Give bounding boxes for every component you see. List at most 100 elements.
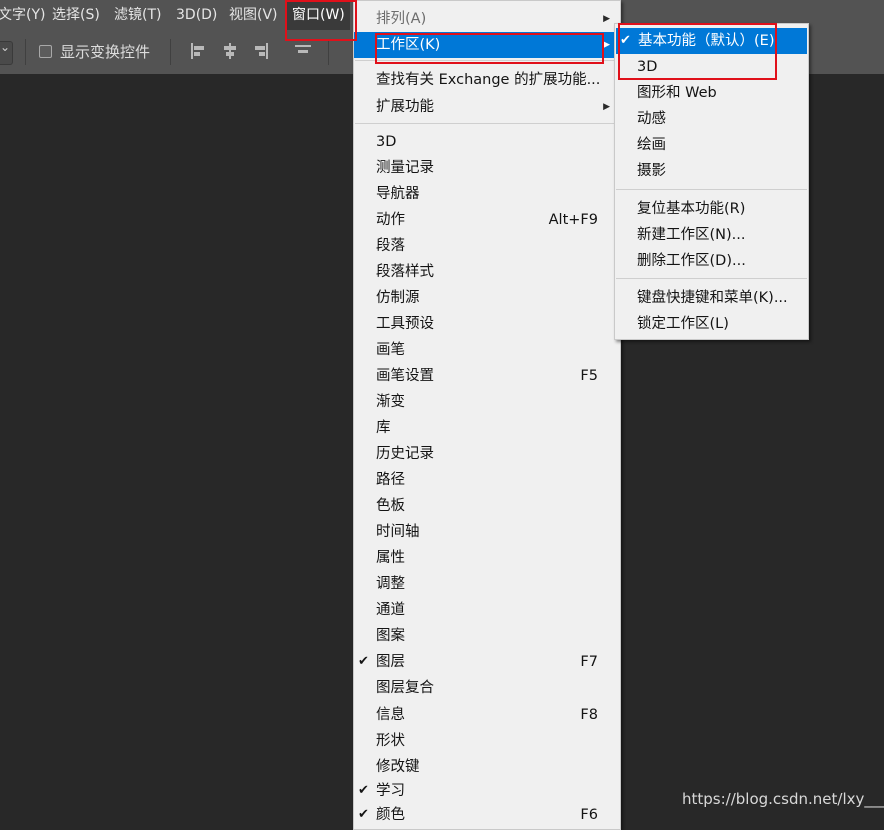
menu-item-label: 新建工作区(N)... [637, 227, 746, 243]
submenu-arrow-icon: ▶ [603, 40, 610, 50]
menu-item-learn[interactable]: ✔ 学习 [354, 778, 620, 804]
menu-item-info[interactable]: 信息 F8 [354, 702, 620, 728]
menu-item-label: 摄影 [637, 163, 666, 179]
menu-item-motion[interactable]: 动感 [615, 106, 808, 132]
submenu-arrow-icon: ▶ [603, 102, 610, 112]
menu-item-layers[interactable]: ✔ 图层 F7 [354, 649, 620, 675]
menu-item-label: 工作区(K) [376, 37, 441, 53]
menu-item-label: 基本功能（默认）(E) [638, 33, 775, 49]
menu-item-label: 仿制源 [376, 290, 420, 306]
menu-item-label: 动感 [637, 111, 666, 127]
menu-item-keyboard-shortcuts[interactable]: 键盘快捷键和菜单(K)... [615, 285, 808, 311]
menu-3d[interactable]: 3D(D) [176, 0, 217, 30]
align-horizontal-centers-icon[interactable] [221, 42, 239, 60]
menu-item-label: 渐变 [376, 394, 405, 410]
menu-window[interactable]: 窗口(W) [287, 0, 350, 30]
checkmark-icon: ✔ [358, 654, 369, 669]
menu-item-layer-comps[interactable]: 图层复合 [354, 675, 620, 701]
checkmark-icon: ✔ [358, 807, 369, 822]
menu-item-swatches[interactable]: 色板 [354, 493, 620, 519]
menu-separator [616, 189, 807, 190]
checkmark-icon: ✔ [620, 33, 631, 48]
menu-item-label: 图层 [376, 654, 405, 670]
menu-item-label: 学习 [376, 783, 405, 799]
align-right-edges-icon[interactable] [252, 42, 270, 60]
menu-item-channels[interactable]: 通道 [354, 597, 620, 623]
menu-item-essentials-default[interactable]: ✔ 基本功能（默认）(E) [616, 28, 807, 54]
menu-item-label: 图形和 Web [637, 85, 717, 101]
menu-item-shortcut: F8 [580, 707, 598, 723]
menu-item-timeline[interactable]: 时间轴 [354, 519, 620, 545]
menu-text[interactable]: 文字(Y) [0, 0, 45, 30]
menu-item-paths[interactable]: 路径 [354, 467, 620, 493]
menu-view[interactable]: 视图(V) [229, 0, 278, 30]
divider [328, 39, 329, 65]
menu-item-label: 测量记录 [376, 160, 434, 176]
menu-item-label: 查找有关 Exchange 的扩展功能... [376, 72, 601, 88]
menu-item-history[interactable]: 历史记录 [354, 441, 620, 467]
menu-item-workspace-3d[interactable]: 3D [615, 54, 808, 80]
menu-item-color[interactable]: ✔ 颜色 F6 [354, 802, 620, 828]
menu-item-label: 调整 [376, 576, 405, 592]
menu-item-shapes[interactable]: 形状 [354, 728, 620, 754]
menu-item-label: 画笔 [376, 342, 405, 358]
menu-item-label: 排列(A) [376, 11, 427, 27]
menu-item-reset-essentials[interactable]: 复位基本功能(R) [615, 196, 808, 222]
menu-item-label: 修改键 [376, 759, 420, 775]
menu-item-properties[interactable]: 属性 [354, 545, 620, 571]
menu-item-find-extensions[interactable]: 查找有关 Exchange 的扩展功能... [354, 67, 620, 93]
menu-item-label: 键盘快捷键和菜单(K)... [637, 290, 788, 306]
divider [170, 39, 171, 65]
menu-item-label: 删除工作区(D)... [637, 253, 746, 269]
workspace-submenu: ✔ 基本功能（默认）(E) 3D 图形和 Web 动感 绘画 摄影 复位基本功能(… [614, 23, 809, 340]
menu-item-navigator[interactable]: 导航器 [354, 181, 620, 207]
show-transform-checkbox[interactable] [39, 45, 52, 58]
align-left-edges-icon[interactable] [189, 42, 207, 60]
align-top-edges-icon[interactable] [294, 42, 312, 60]
menu-item-workspace[interactable]: 工作区(K) ▶ [354, 32, 620, 58]
menu-item-label: 形状 [376, 733, 405, 749]
submenu-arrow-icon: ▶ [603, 14, 610, 24]
menu-item-label: 3D [376, 134, 397, 150]
menu-separator [616, 278, 807, 279]
menu-item-shortcut: F7 [580, 654, 598, 670]
watermark-text: https://blog.csdn.net/lxy___ [682, 790, 884, 808]
menu-item-tool-presets[interactable]: 工具预设 [354, 311, 620, 337]
menu-item-brush-settings[interactable]: 画笔设置 F5 [354, 363, 620, 389]
menu-item-label: 历史记录 [376, 446, 434, 462]
menu-item-arrange[interactable]: 排列(A) ▶ [354, 6, 620, 32]
menu-item-lock-workspace[interactable]: 锁定工作区(L) [615, 311, 808, 337]
menu-item-label: 图案 [376, 628, 405, 644]
menu-item-label: 锁定工作区(L) [637, 316, 729, 332]
menu-item-extensions[interactable]: 扩展功能 ▶ [354, 94, 620, 120]
menu-item-libraries[interactable]: 库 [354, 415, 620, 441]
menu-item-label: 段落样式 [376, 264, 434, 280]
menu-select[interactable]: 选择(S) [52, 0, 100, 30]
menu-item-shortcut: Alt+F9 [548, 212, 598, 228]
menu-item-modifier-keys[interactable]: 修改键 [354, 754, 620, 780]
menu-item-measurement-log[interactable]: 测量记录 [354, 155, 620, 181]
menu-item-patterns[interactable]: 图案 [354, 623, 620, 649]
menu-item-graphic-and-web[interactable]: 图形和 Web [615, 80, 808, 106]
menu-item-delete-workspace[interactable]: 删除工作区(D)... [615, 248, 808, 274]
menu-item-paragraph-styles[interactable]: 段落样式 [354, 259, 620, 285]
menu-item-label: 信息 [376, 707, 405, 723]
menu-filter[interactable]: 滤镜(T) [114, 0, 161, 30]
menu-item-actions[interactable]: 动作 Alt+F9 [354, 207, 620, 233]
checkmark-icon: ✔ [358, 783, 369, 798]
menu-item-new-workspace[interactable]: 新建工作区(N)... [615, 222, 808, 248]
menu-item-gradients[interactable]: 渐变 [354, 389, 620, 415]
menu-item-painting[interactable]: 绘画 [615, 132, 808, 158]
menu-item-label: 通道 [376, 602, 405, 618]
menu-item-label: 属性 [376, 550, 405, 566]
menu-item-photography[interactable]: 摄影 [615, 158, 808, 184]
menu-item-adjustments[interactable]: 调整 [354, 571, 620, 597]
menu-item-clone-source[interactable]: 仿制源 [354, 285, 620, 311]
menu-item-label: 扩展功能 [376, 99, 434, 115]
menu-item-label: 复位基本功能(R) [637, 201, 746, 217]
window-menu-dropdown: 排列(A) ▶ 工作区(K) ▶ 查找有关 Exchange 的扩展功能... … [353, 0, 621, 830]
tool-preset-dropdown[interactable] [0, 40, 13, 65]
menu-item-paragraph[interactable]: 段落 [354, 233, 620, 259]
menu-item-brushes[interactable]: 画笔 [354, 337, 620, 363]
menu-item-3d[interactable]: 3D [354, 129, 620, 155]
